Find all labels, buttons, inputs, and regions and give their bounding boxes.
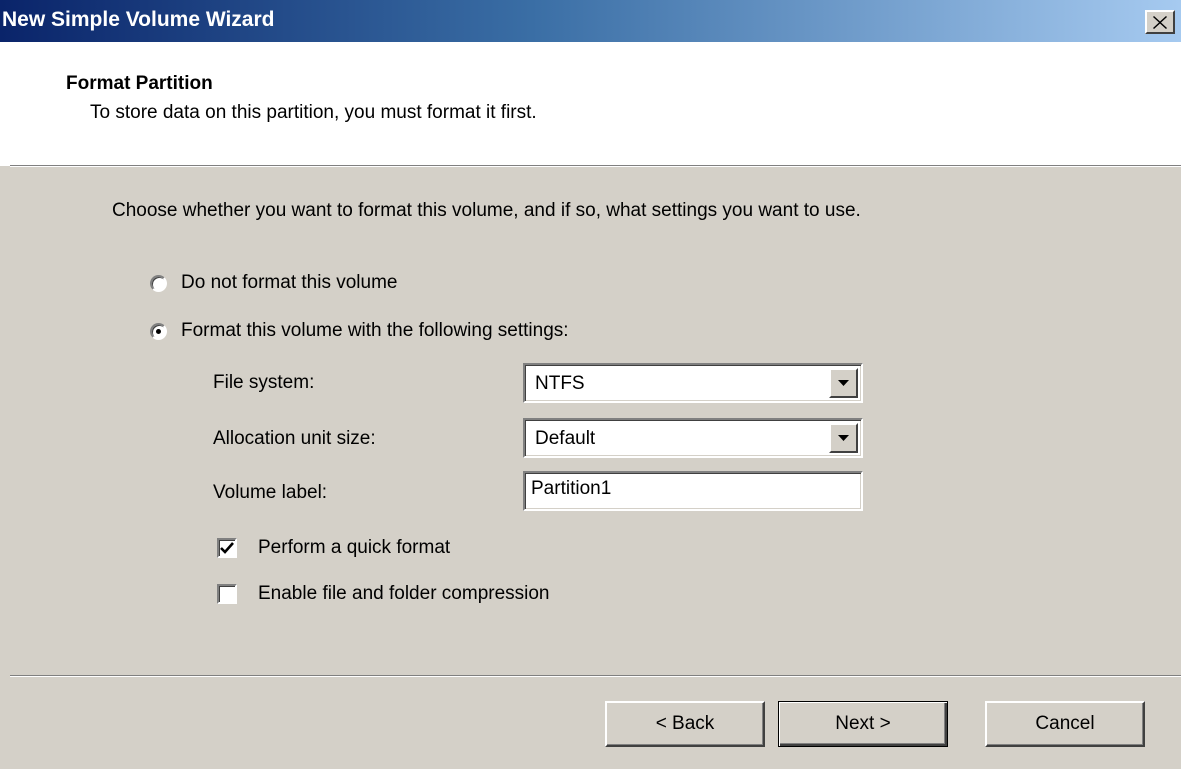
format-volume-label: Format this volume with the following se… [181, 320, 569, 341]
compression-checkbox[interactable]: Enable file and folder compression [217, 583, 550, 605]
wizard-window: New Simple Volume Wizard Format Partitio… [0, 0, 1181, 769]
checkbox-unchecked-icon[interactable] [217, 584, 237, 604]
checkbox-checked-icon[interactable] [217, 538, 237, 558]
allocation-unit-size-dropdown-button[interactable] [829, 423, 858, 453]
cancel-button[interactable]: Cancel [985, 701, 1145, 747]
volume-label-input[interactable]: Partition1 [523, 471, 863, 511]
instruction-text: Choose whether you want to format this v… [112, 200, 861, 221]
do-not-format-radio[interactable]: Do not format this volume [150, 272, 397, 294]
title-bar[interactable]: New Simple Volume Wizard [0, 0, 1181, 42]
allocation-unit-size-label: Allocation unit size: [213, 428, 376, 449]
next-button[interactable]: Next > [778, 701, 948, 747]
chevron-down-icon [838, 379, 849, 386]
do-not-format-label: Do not format this volume [181, 272, 398, 293]
back-button[interactable]: < Back [605, 701, 765, 747]
radio-unselected-icon[interactable] [150, 274, 167, 292]
page-subtitle: To store data on this partition, you mus… [90, 102, 537, 123]
quick-format-checkbox[interactable]: Perform a quick format [217, 537, 450, 559]
quick-format-label: Perform a quick format [258, 537, 451, 558]
compression-label: Enable file and folder compression [258, 583, 550, 604]
file-system-select[interactable]: NTFS [523, 363, 863, 403]
allocation-unit-size-select[interactable]: Default [523, 418, 863, 458]
window-title: New Simple Volume Wizard [2, 8, 275, 31]
allocation-unit-size-value: Default [535, 428, 596, 449]
volume-label-value: Partition1 [531, 478, 612, 499]
checkmark-icon [220, 542, 234, 554]
file-system-dropdown-button[interactable] [829, 368, 858, 398]
page-title: Format Partition [66, 73, 213, 94]
chevron-down-icon [838, 434, 849, 441]
close-icon [1153, 15, 1167, 29]
file-system-label: File system: [213, 372, 315, 393]
volume-label-label: Volume label: [213, 482, 328, 503]
close-button[interactable] [1145, 10, 1175, 34]
wizard-header: Format Partition To store data on this p… [0, 42, 1181, 166]
format-volume-radio[interactable]: Format this volume with the following se… [150, 320, 569, 342]
file-system-value: NTFS [535, 373, 585, 394]
radio-selected-icon[interactable] [150, 322, 167, 340]
